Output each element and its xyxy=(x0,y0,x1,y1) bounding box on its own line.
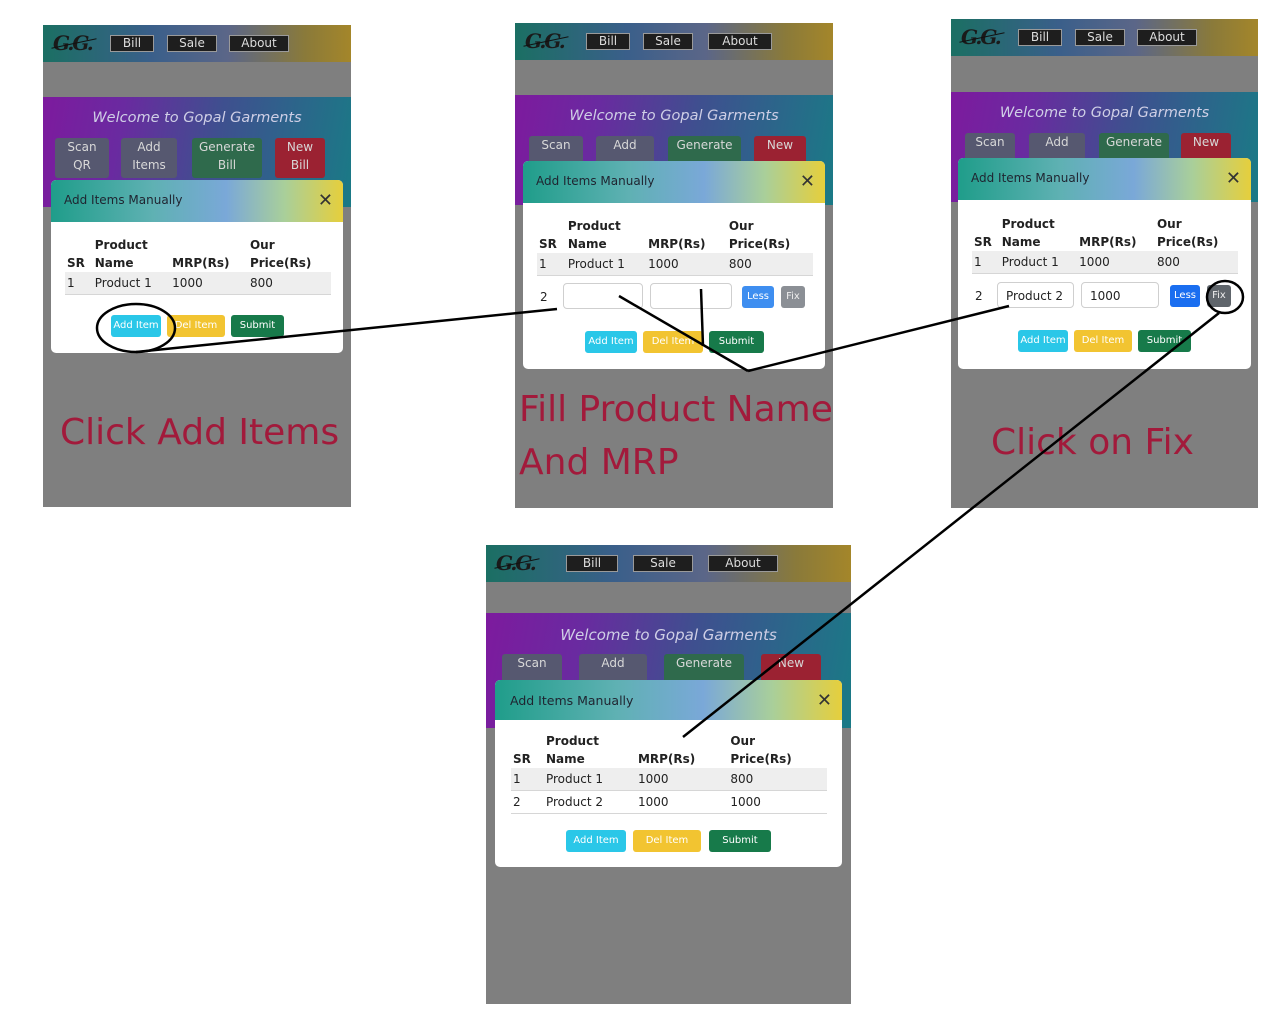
highlight-circle-fix xyxy=(1205,279,1245,315)
arrow-line xyxy=(135,307,558,354)
highlight-circle-add-item xyxy=(95,302,177,354)
arrow-line xyxy=(618,294,749,373)
arrow-line xyxy=(699,288,705,347)
arrow-line xyxy=(682,312,1220,738)
annotation-overlay xyxy=(95,279,1245,738)
arrow-line xyxy=(747,304,1010,373)
